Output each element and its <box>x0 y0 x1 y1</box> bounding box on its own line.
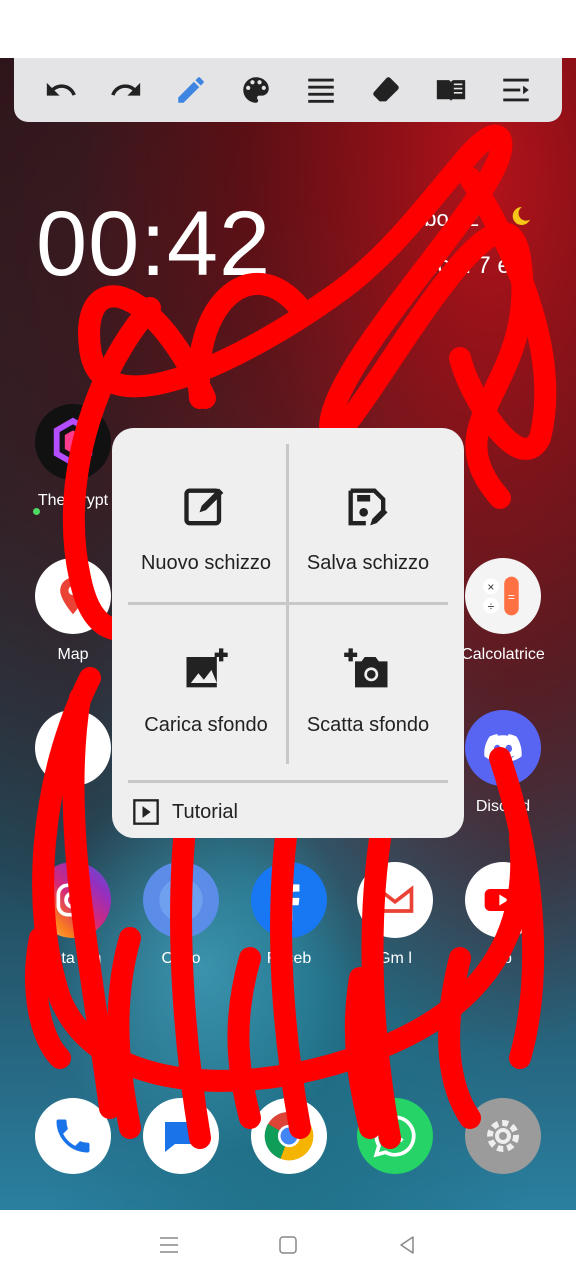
app-gmail[interactable]: Gm l <box>340 862 450 968</box>
dock-phone[interactable] <box>18 1098 128 1174</box>
book-icon <box>436 80 465 102</box>
discord-app-icon <box>465 710 541 786</box>
add-image-icon <box>186 648 228 688</box>
app-label: Faceb <box>266 950 312 967</box>
gmail-app-icon <box>357 862 433 938</box>
dock-messages[interactable] <box>126 1098 236 1174</box>
app-youtube[interactable]: ub <box>448 862 558 968</box>
sketch-menu-popup: Nuovo schizzo Salva schizzo Carica sfond… <box>112 428 464 838</box>
clock-app-icon <box>143 862 219 938</box>
tutorial-button[interactable]: Tutorial <box>132 798 238 826</box>
navigation-bar <box>0 1210 576 1280</box>
back-icon <box>399 1236 414 1254</box>
new-sketch-label: Nuovo schizzo <box>140 552 272 574</box>
line-width-icon <box>307 78 334 103</box>
new-sketch-icon <box>184 488 224 526</box>
save-sketch-icon <box>348 488 388 526</box>
clock-time: 00:42 <box>36 193 272 295</box>
instagram-app-icon <box>35 862 111 938</box>
whatsapp-app-icon <box>357 1098 433 1174</box>
facebook-app-icon <box>251 862 327 938</box>
maps-app-icon <box>35 558 111 634</box>
take-background-label: Scatta sfondo <box>306 714 430 736</box>
play-box-icon <box>133 799 159 825</box>
moon-icon <box>512 206 530 225</box>
book-button[interactable] <box>431 70 471 110</box>
pen-icon <box>177 77 204 103</box>
app-label: Gm l <box>378 950 412 967</box>
pay-app-icon <box>35 710 111 786</box>
app-label: Discord <box>475 798 531 815</box>
date-text: ebo 22 <box>412 206 480 231</box>
app-discord[interactable]: Discord <box>448 710 558 816</box>
new-sketch-button[interactable]: Nuovo schizzo <box>126 480 286 630</box>
back-button[interactable] <box>387 1225 427 1265</box>
undo-icon <box>46 82 76 96</box>
recents-button[interactable] <box>149 1225 189 1265</box>
undo-button[interactable] <box>41 70 81 110</box>
calculator-app-icon: × ÷ = <box>465 558 541 634</box>
redo-icon <box>110 82 140 96</box>
dock-whatsapp[interactable] <box>340 1098 450 1174</box>
app-facebook[interactable]: Faceb <box>234 862 344 968</box>
dock-chrome[interactable] <box>234 1098 344 1174</box>
eraser-icon <box>372 77 399 102</box>
redo-button[interactable] <box>106 70 146 110</box>
home-icon <box>279 1236 297 1254</box>
dock-settings[interactable] <box>448 1098 558 1174</box>
load-background-label: Carica sfondo <box>144 714 268 736</box>
weekday-text: dom 7 et <box>424 252 518 279</box>
app-label: Calcolatrice <box>461 646 545 663</box>
drawing-toolbar <box>14 58 562 122</box>
svg-text:×: × <box>487 580 494 594</box>
palette-icon <box>242 77 269 103</box>
load-background-button[interactable]: Carica sfondo <box>126 642 286 792</box>
app-instagram[interactable]: nsta am <box>18 862 128 968</box>
menu-button[interactable] <box>496 70 536 110</box>
add-camera-icon <box>344 648 388 688</box>
settings-app-icon <box>465 1098 541 1174</box>
messages-app-icon <box>143 1098 219 1174</box>
app-label: Orolo <box>161 950 201 967</box>
save-sketch-label: Salva schizzo <box>306 552 430 574</box>
eraser-button[interactable] <box>366 70 406 110</box>
take-background-button[interactable]: Scatta sfondo <box>288 642 448 792</box>
home-button[interactable] <box>268 1225 308 1265</box>
phone-app-icon <box>35 1098 111 1174</box>
chrome-app-icon <box>251 1098 327 1174</box>
palette-button[interactable] <box>236 70 276 110</box>
menu-icon <box>502 78 529 102</box>
pen-button[interactable] <box>171 70 211 110</box>
app-label: ub <box>494 950 512 967</box>
svg-text:=: = <box>508 590 515 604</box>
app-calcolatrice[interactable]: × ÷ = Calcolatrice <box>448 558 558 664</box>
app-label: nsta am <box>44 950 102 967</box>
crypto-app-icon <box>35 404 111 480</box>
line-width-button[interactable] <box>301 70 341 110</box>
tutorial-label: Tutorial <box>172 800 238 823</box>
save-sketch-button[interactable]: Salva schizzo <box>288 480 448 630</box>
recents-icon <box>160 1237 179 1253</box>
youtube-app-icon <box>465 862 541 938</box>
app-orologio[interactable]: Orolo <box>126 862 236 968</box>
svg-text:÷: ÷ <box>488 600 495 614</box>
